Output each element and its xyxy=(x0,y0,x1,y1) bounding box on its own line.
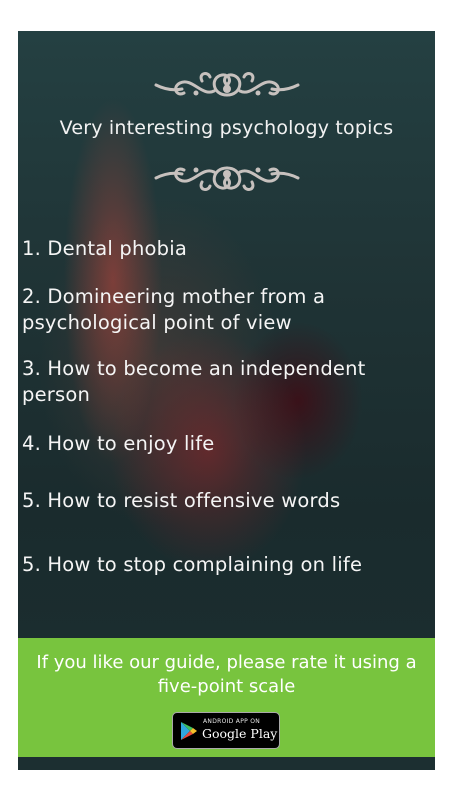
google-play-button[interactable]: ANDROID APP ON Google Play xyxy=(172,712,280,749)
topic-item-3[interactable]: 3. How to become an independent person xyxy=(22,356,427,408)
app-screen: Very interesting psychology topics 1. De… xyxy=(18,31,435,770)
rate-message: If you like our guide, please rate it us… xyxy=(36,652,417,697)
ornament-flourish-icon xyxy=(154,72,299,97)
ornament-flourish-icon xyxy=(154,166,299,191)
page-title: Very interesting psychology topics xyxy=(59,117,394,139)
google-play-icon xyxy=(181,722,197,740)
topic-item-2[interactable]: 2. Domineering mother from a psychologic… xyxy=(22,284,427,336)
topic-item-5[interactable]: 5. How to resist offensive words xyxy=(22,488,427,514)
topic-item-1[interactable]: 1. Dental phobia xyxy=(22,236,427,262)
topic-item-6[interactable]: 5. How to stop complaining on life xyxy=(22,552,427,578)
rate-app-panel: If you like our guide, please rate it us… xyxy=(18,638,435,757)
badge-small-text: ANDROID APP ON xyxy=(203,718,261,725)
badge-store-name: Google Play xyxy=(202,726,278,741)
topic-item-4[interactable]: 4. How to enjoy life xyxy=(22,431,427,457)
